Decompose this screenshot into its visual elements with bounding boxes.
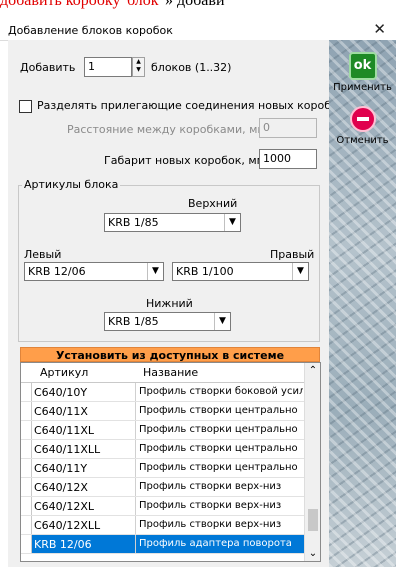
table-row[interactable]: KRB 12/06 Профиль адаптера поворота bbox=[21, 535, 304, 554]
background-document-text: добавить коробку"блок"» добави bbox=[0, 0, 396, 10]
separate-checkbox[interactable] bbox=[19, 100, 32, 113]
row-indicator[interactable] bbox=[21, 383, 32, 401]
row-indicator[interactable] bbox=[21, 459, 32, 477]
add-count-spinner[interactable]: ▲ ▼ bbox=[132, 57, 145, 77]
scroll-thumb[interactable] bbox=[308, 509, 318, 531]
distance-label: Расстояние между коробками, мм bbox=[67, 123, 266, 136]
chevron-down-icon[interactable]: ▼ bbox=[147, 263, 163, 280]
top-article-label: Верхний bbox=[188, 197, 238, 210]
cell-name: Профиль створки верх-низ bbox=[139, 481, 282, 492]
right-article-select[interactable]: KRB 1/100 ▼ bbox=[172, 262, 309, 281]
cell-name: Профиль створки боковой усилен bbox=[139, 386, 303, 397]
cell-divider bbox=[135, 459, 136, 477]
row-indicator[interactable] bbox=[21, 402, 32, 420]
left-article-value: KRB 12/06 bbox=[28, 265, 86, 278]
add-count-input[interactable]: 1 bbox=[84, 57, 132, 77]
distance-input[interactable]: 0 bbox=[259, 118, 317, 138]
chevron-down-icon[interactable]: ▼ bbox=[214, 313, 230, 330]
right-article-value: KRB 1/100 bbox=[176, 265, 234, 278]
right-article-label: Правый bbox=[270, 248, 315, 261]
column-header-article[interactable]: Артикул bbox=[40, 366, 88, 379]
background-black-text: » добави bbox=[165, 0, 225, 9]
table-row[interactable]: C640/12X Профиль створки верх-низ bbox=[21, 478, 304, 497]
cell-name: Профиль створки верх-низ bbox=[139, 519, 282, 530]
cell-article: KRB 12/06 bbox=[34, 538, 92, 551]
table-row[interactable]: C640/12XL Профиль створки верх-низ bbox=[21, 497, 304, 516]
install-from-system-button[interactable]: Установить из доступных в системе bbox=[20, 347, 320, 362]
bottom-article-select[interactable]: KRB 1/85 ▼ bbox=[104, 312, 231, 331]
cancel-label: Отменить bbox=[336, 135, 389, 146]
top-article-value: KRB 1/85 bbox=[108, 216, 159, 229]
cell-divider bbox=[135, 440, 136, 458]
table-row[interactable]: C640/11XLL Профиль створки центрально bbox=[21, 440, 304, 459]
row-indicator[interactable] bbox=[21, 497, 32, 515]
cell-divider bbox=[135, 497, 136, 515]
cancel-icon bbox=[349, 106, 376, 132]
table-scrollbar[interactable]: ⌃ ⌄ bbox=[304, 363, 320, 561]
table-row[interactable]: C640/10Y Профиль створки боковой усилен bbox=[21, 383, 304, 402]
top-article-select[interactable]: KRB 1/85 ▼ bbox=[104, 213, 241, 232]
chevron-down-icon[interactable]: ▼ bbox=[224, 214, 240, 231]
scroll-up-icon[interactable]: ⌃ bbox=[305, 365, 320, 376]
articles-legend: Артикулы блока bbox=[22, 178, 121, 191]
cell-article: C640/10Y bbox=[34, 386, 88, 399]
cell-divider bbox=[135, 383, 136, 401]
cell-article: C640/11Y bbox=[34, 462, 88, 475]
cell-divider bbox=[135, 421, 136, 439]
left-article-label: Левый bbox=[24, 248, 62, 261]
bottom-article-label: Нижний bbox=[146, 297, 193, 310]
cell-name: Профиль створки центрально bbox=[139, 443, 298, 454]
table-row[interactable]: C640/11X Профиль створки центрально bbox=[21, 402, 304, 421]
cell-name: Профиль створки центрально bbox=[139, 405, 298, 416]
cell-name: Профиль створки центрально bbox=[139, 462, 298, 473]
chevron-down-icon[interactable]: ▼ bbox=[292, 263, 308, 280]
cell-article: C640/12X bbox=[34, 481, 88, 494]
row-indicator[interactable] bbox=[21, 440, 32, 458]
cell-article: C640/11XLL bbox=[34, 443, 101, 456]
apply-label: Применить bbox=[333, 82, 392, 93]
cell-article: C640/12XL bbox=[34, 500, 95, 513]
apply-button[interactable]: ok Применить bbox=[329, 52, 396, 93]
separate-label: Разделять прилегающие соединения новых к… bbox=[37, 99, 345, 112]
cell-name: Профиль адаптера поворота bbox=[139, 538, 292, 549]
cell-divider bbox=[135, 402, 136, 420]
add-range-label: блоков (1..32) bbox=[151, 61, 232, 74]
cell-article: C640/11X bbox=[34, 405, 88, 418]
cell-divider bbox=[135, 516, 136, 534]
window-title: Добавление блоков коробок bbox=[8, 24, 173, 37]
size-label: Габарит новых коробок, мм bbox=[104, 154, 265, 167]
cell-divider bbox=[135, 478, 136, 496]
table-row[interactable]: C640/11XL Профиль створки центрально bbox=[21, 421, 304, 440]
close-icon[interactable]: ✕ bbox=[373, 20, 386, 38]
column-header-name[interactable]: Название bbox=[143, 366, 198, 379]
cell-divider bbox=[135, 535, 136, 553]
background-red-text: добавить коробку"блок" bbox=[0, 0, 165, 9]
size-input[interactable]: 1000 bbox=[259, 149, 317, 169]
table-row[interactable]: C640/12XLL Профиль створки верх-низ bbox=[21, 516, 304, 535]
row-indicator[interactable] bbox=[21, 478, 32, 496]
table-row[interactable]: C640/11Y Профиль створки центрально bbox=[21, 459, 304, 478]
cell-article: C640/12XLL bbox=[34, 519, 101, 532]
scroll-down-icon[interactable]: ⌄ bbox=[305, 548, 320, 559]
ok-icon: ok bbox=[348, 52, 377, 80]
row-indicator[interactable] bbox=[21, 535, 32, 553]
add-label: Добавить bbox=[20, 61, 76, 74]
row-indicator[interactable] bbox=[21, 421, 32, 439]
row-indicator[interactable] bbox=[21, 516, 32, 534]
bottom-article-value: KRB 1/85 bbox=[108, 315, 159, 328]
table-header: Артикул Название bbox=[21, 363, 304, 383]
cell-name: Профиль створки верх-низ bbox=[139, 500, 282, 511]
cell-name: Профиль створки центрально bbox=[139, 424, 298, 435]
title-bar: Добавление блоков коробок ✕ bbox=[0, 10, 396, 41]
cancel-button[interactable]: Отменить bbox=[329, 106, 396, 146]
left-article-select[interactable]: KRB 12/06 ▼ bbox=[24, 262, 164, 281]
cell-article: C640/11XL bbox=[34, 424, 95, 437]
articles-table: Артикул Название ⌃ ⌄ C640/10Y Профиль ств… bbox=[20, 362, 321, 562]
